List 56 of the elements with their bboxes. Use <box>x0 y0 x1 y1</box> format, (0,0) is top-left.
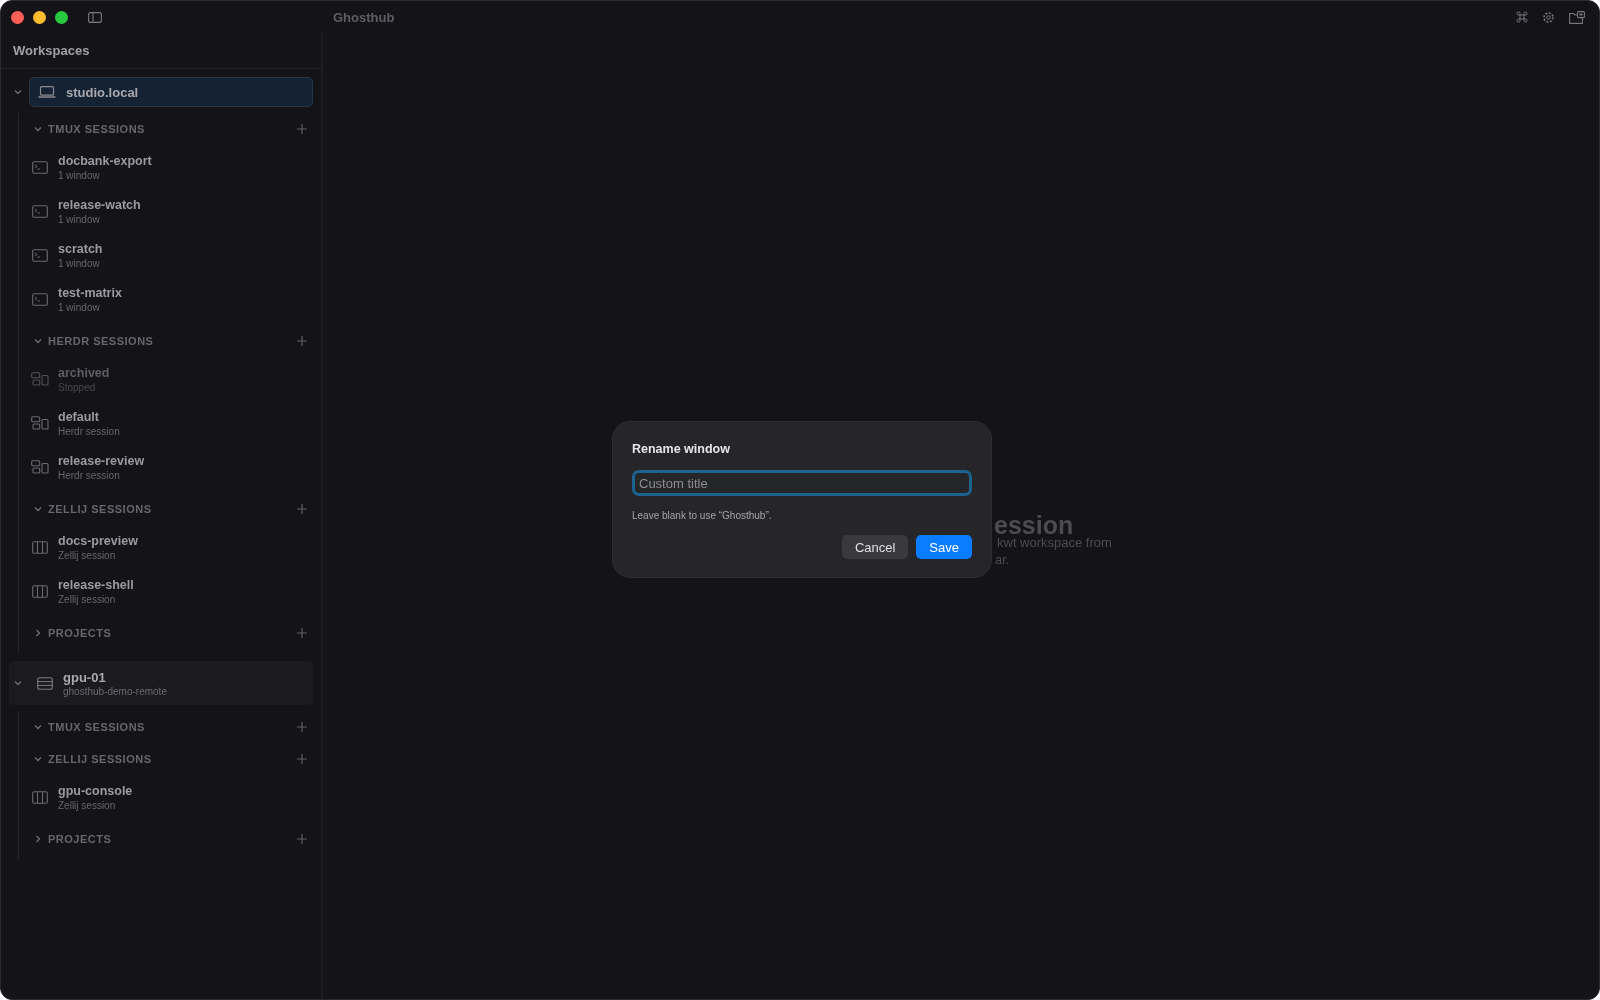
chevron-down-icon[interactable] <box>33 124 43 134</box>
terminal-icon <box>31 204 49 218</box>
dialog-title: Rename window <box>632 442 731 456</box>
workspace-name: studio.local <box>66 84 139 100</box>
empty-state-text: ar. <box>995 552 1010 567</box>
cancel-button[interactable]: Cancel <box>841 535 909 559</box>
add-icon[interactable] <box>297 834 307 844</box>
add-icon[interactable] <box>297 722 307 732</box>
chevron-down-icon[interactable] <box>13 87 23 97</box>
session-item[interactable]: scratch 1 window <box>58 241 103 269</box>
terminal-icon <box>31 292 49 306</box>
title-input-field[interactable]: Custom title <box>632 470 972 496</box>
settings-icon[interactable] <box>1542 10 1555 24</box>
add-icon[interactable] <box>297 628 307 638</box>
workspace-name: gpu-01 <box>63 669 107 685</box>
chevron-down-icon[interactable] <box>33 336 43 346</box>
session-item[interactable]: test-matrix 1 window <box>58 285 122 313</box>
columns-icon <box>31 790 49 804</box>
session-item[interactable]: release-review Herdr session <box>58 453 145 481</box>
session-item[interactable]: docbank-export 1 window <box>58 153 152 181</box>
command-icon[interactable] <box>1516 11 1528 23</box>
sidebar-title: Workspaces <box>1 33 321 69</box>
zoom-button[interactable] <box>55 10 68 24</box>
minimize-button[interactable] <box>33 10 46 24</box>
hint-text: Leave blank to use “Ghosthub”. <box>632 510 773 521</box>
columns-icon <box>31 584 49 598</box>
add-icon[interactable] <box>297 336 307 346</box>
session-item[interactable]: docs-preview Zellij session <box>58 533 138 561</box>
terminal-icon <box>31 248 49 262</box>
add-icon[interactable] <box>297 124 307 134</box>
panes-icon <box>31 372 49 386</box>
session-item[interactable]: release-shell Zellij session <box>58 577 134 605</box>
workspace-item[interactable]: studio.local <box>29 77 313 107</box>
add-icon[interactable] <box>297 754 307 764</box>
chevron-down-icon[interactable] <box>33 504 43 514</box>
sidebar-toggle-icon[interactable] <box>88 11 102 23</box>
chevron-down-icon[interactable] <box>33 722 43 732</box>
save-button[interactable]: Save <box>916 535 972 559</box>
close-button[interactable] <box>11 10 24 24</box>
session-item[interactable]: default Herdr session <box>58 409 120 437</box>
folder-plus-icon[interactable] <box>1569 10 1585 24</box>
server-icon <box>37 676 53 690</box>
chevron-down-icon[interactable] <box>13 678 23 688</box>
workspace-subtitle: ghosthub-demo-remote <box>63 685 167 697</box>
columns-icon <box>31 540 49 554</box>
panes-icon <box>31 416 49 430</box>
chevron-down-icon[interactable] <box>33 754 43 764</box>
chevron-right-icon[interactable] <box>33 834 43 844</box>
terminal-icon <box>31 160 49 174</box>
panes-icon <box>31 460 49 474</box>
session-item[interactable]: release-watch 1 window <box>58 197 141 225</box>
add-icon[interactable] <box>297 504 307 514</box>
session-item[interactable]: gpu-console Zellij session <box>58 783 133 811</box>
chevron-right-icon[interactable] <box>33 628 43 638</box>
window-title: Ghosthub <box>333 10 395 25</box>
laptop-icon <box>38 86 56 98</box>
